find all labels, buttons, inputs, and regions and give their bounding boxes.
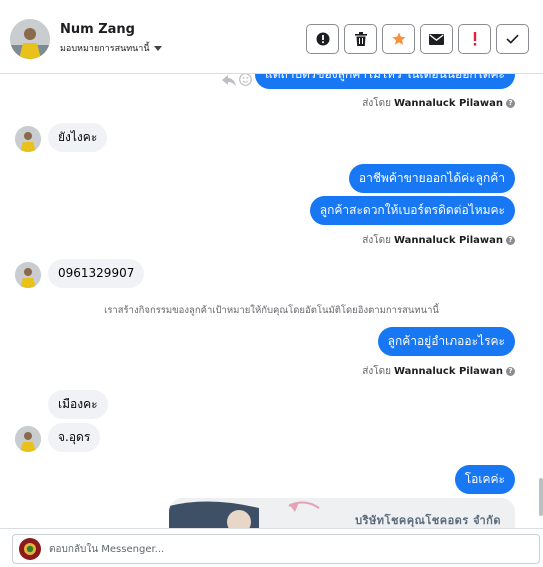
flag-info-button[interactable] xyxy=(306,24,339,54)
contact-avatar-small[interactable] xyxy=(15,126,41,152)
check-icon xyxy=(506,34,519,44)
mark-unread-button[interactable] xyxy=(420,24,453,54)
done-button[interactable] xyxy=(496,24,529,54)
message-incoming[interactable]: เมืองคะ xyxy=(48,390,108,419)
sent-by-prefix: ส่งโดย xyxy=(362,366,391,377)
reply-input[interactable]: ตอบกลับใน Messenger... xyxy=(12,534,540,564)
contact-avatar[interactable] xyxy=(10,19,50,59)
conversation-toolbar xyxy=(306,24,529,54)
envelope-icon xyxy=(429,33,444,45)
assign-conversation-dropdown[interactable]: มอบหมายการสนทนานี้ xyxy=(60,41,162,55)
assign-label: มอบหมายการสนทนานี้ xyxy=(60,44,150,54)
agent-name[interactable]: Wannaluck Pilawan xyxy=(394,98,503,109)
trash-icon xyxy=(354,32,367,46)
sent-by-prefix: ส่งโดย xyxy=(362,235,391,246)
reply-icon[interactable] xyxy=(222,74,236,90)
info-icon[interactable]: ? xyxy=(506,236,515,245)
message-outgoing[interactable]: ลูกค้าสะดวกให้เบอร์ตรดิดต่อไหมคะ xyxy=(309,196,515,225)
message-outgoing[interactable]: อาชีพค้าขายออกได้ค่ะลูกค้า xyxy=(348,164,515,193)
info-icon[interactable]: ? xyxy=(506,99,515,108)
sent-by-prefix: ส่งโดย xyxy=(362,98,391,109)
contact-avatar-small[interactable] xyxy=(15,426,41,452)
exclamation-icon xyxy=(473,32,476,46)
contact-name[interactable]: Num Zang xyxy=(60,22,135,37)
message-thread[interactable]: แต่ถ้าบัตรของลูกค้าไม่ไหว ในเดือนนี้ออกไ… xyxy=(0,74,543,528)
reply-composer: ตอบกลับใน Messenger... xyxy=(0,528,543,567)
caret-down-icon xyxy=(153,45,162,51)
emoji-react-icon[interactable] xyxy=(239,74,252,90)
delete-button[interactable] xyxy=(344,24,377,54)
message-outgoing[interactable]: แต่ถ้าบัตรของลูกค้าไม่ไหว ในเดือนนี้ออกไ… xyxy=(254,74,515,89)
message-incoming[interactable]: 0961329907 xyxy=(48,259,145,288)
thread-scrollbar[interactable] xyxy=(539,478,543,516)
image-attachment[interactable]: บริษัทโชคคุณโชคอดร จำกัด xyxy=(169,498,515,528)
message-outgoing[interactable]: ลูกค้าอยู่อำเภออะไรคะ xyxy=(377,327,515,356)
star-icon xyxy=(392,32,405,45)
message-incoming[interactable]: ยังไงคะ xyxy=(48,123,108,152)
sent-by-label: ส่งโดย Wannaluck Pilawan ? xyxy=(362,233,515,248)
system-note: เราสร้างกิจกรรมของลูกค้าเป้าหมายให้กับคุ… xyxy=(104,305,439,316)
agent-name[interactable]: Wannaluck Pilawan xyxy=(394,235,503,246)
spam-button[interactable] xyxy=(458,24,491,54)
info-icon[interactable]: ? xyxy=(506,367,515,376)
agent-name[interactable]: Wannaluck Pilawan xyxy=(394,366,503,377)
message-incoming[interactable]: จ.อุดร xyxy=(48,423,101,452)
reply-placeholder: ตอบกลับใน Messenger... xyxy=(49,543,165,555)
contact-avatar-small[interactable] xyxy=(15,262,41,288)
sent-by-label: ส่งโดย Wannaluck Pilawan ? xyxy=(362,96,515,111)
info-icon xyxy=(316,32,329,46)
message-outgoing[interactable]: โอเคค่ะ xyxy=(454,465,515,494)
page-logo-icon xyxy=(19,538,41,560)
conversation-header: Num Zang มอบหมายการสนทนานี้ xyxy=(0,0,543,74)
sent-by-label: ส่งโดย Wannaluck Pilawan ? xyxy=(362,364,515,379)
attachment-caption: บริษัทโชคคุณโชคอดร จำกัด xyxy=(355,514,501,527)
star-button[interactable] xyxy=(382,24,415,54)
